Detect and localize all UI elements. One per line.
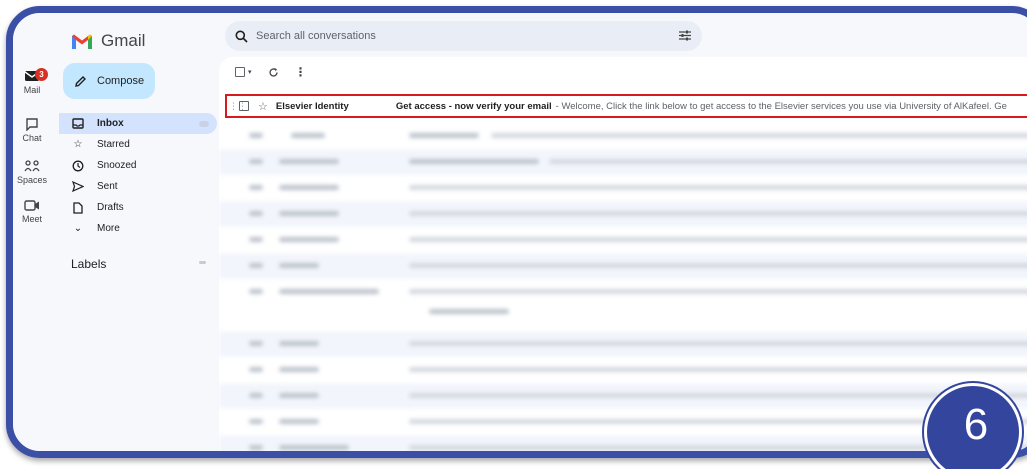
gmail-logo[interactable]: Gmail	[71, 31, 145, 51]
select-all-checkbox[interactable]: ▾	[233, 67, 252, 77]
star-icon[interactable]: ☆	[258, 100, 268, 113]
app-rail: Mail 3 Chat Spaces Meet	[13, 13, 51, 451]
refresh-icon[interactable]	[268, 67, 279, 78]
blurred-email-row[interactable]	[219, 149, 1027, 175]
star-icon: ☆	[73, 139, 83, 150]
inbox-icon	[72, 118, 84, 129]
rail-item-label: Meet	[21, 214, 42, 224]
blurred-email-row[interactable]	[219, 201, 1027, 227]
pencil-icon	[75, 75, 86, 87]
rail-item-spaces[interactable]: Spaces	[13, 159, 51, 185]
step-number: 6	[963, 400, 989, 449]
inbox-count	[199, 120, 209, 127]
sidebar-item-sent[interactable]: Sent	[59, 176, 217, 197]
sidebar-item-inbox[interactable]: Inbox	[59, 113, 217, 134]
draft-icon	[73, 201, 83, 214]
search-bar[interactable]	[225, 21, 702, 51]
spaces-icon	[24, 160, 40, 172]
list-toolbar: ▾ ⋮	[233, 65, 307, 79]
mail-list-panel: ▾ ⋮ ⋮⋮ ☆ Elsevier Identity Get access - …	[219, 57, 1027, 451]
blurred-email-row[interactable]	[219, 357, 1027, 383]
sidebar-item-label: Sent	[97, 181, 118, 192]
sidebar-item-label: Starred	[97, 139, 130, 150]
rail-item-label: Chat	[22, 133, 42, 143]
chevron-down-icon: ⌄	[73, 223, 83, 234]
blurred-email-row[interactable]	[219, 123, 1027, 149]
rail-item-chat[interactable]: Chat	[13, 117, 51, 143]
sidebar-item-snoozed[interactable]: Snoozed	[59, 155, 217, 176]
sidebar-item-label: Inbox	[97, 118, 124, 129]
screenshot-frame: Mail 3 Chat Spaces Meet Gmail Compose In…	[6, 6, 1027, 458]
gmail-wordmark: Gmail	[101, 31, 146, 50]
more-options-icon[interactable]: ⋮	[295, 65, 307, 79]
blurred-email-row[interactable]	[219, 435, 1027, 451]
add-label-icon[interactable]	[199, 261, 206, 264]
blurred-email-row[interactable]	[219, 175, 1027, 201]
search-options-icon[interactable]	[678, 29, 692, 42]
blurred-email-row[interactable]	[219, 279, 1027, 323]
compose-label: Compose	[97, 75, 145, 87]
blurred-email-row[interactable]	[219, 253, 1027, 279]
send-icon	[72, 181, 84, 192]
sidebar-item-label: More	[97, 223, 120, 234]
sidebar-item-label: Snoozed	[97, 160, 137, 171]
email-sender: Elsevier Identity	[275, 100, 349, 112]
sidebar-item-starred[interactable]: ☆ Starred	[59, 134, 217, 155]
blurred-email-row[interactable]	[219, 409, 1027, 435]
clock-icon	[72, 160, 84, 171]
gmail-logo-icon	[72, 34, 92, 49]
sidebar-item-drafts[interactable]: Drafts	[59, 197, 217, 218]
compose-button[interactable]: Compose	[63, 63, 155, 99]
rail-item-label: Mail	[23, 85, 41, 95]
checkbox-icon	[235, 67, 245, 77]
blurred-email-row[interactable]	[219, 383, 1027, 409]
sidebar-nav: Inbox ☆ Starred Snoozed Sent Drafts ⌄ Mo…	[59, 113, 217, 239]
row-checkbox[interactable]	[239, 101, 249, 111]
dropdown-caret-icon: ▾	[248, 69, 252, 76]
sidebar-item-more[interactable]: ⌄ More	[59, 218, 217, 239]
rail-item-label: Spaces	[16, 175, 48, 185]
email-subject: Get access - now verify your email	[395, 100, 552, 112]
unread-badge: 3	[35, 68, 48, 81]
labels-heading: Labels	[71, 257, 107, 271]
meet-icon	[24, 200, 39, 211]
drag-handle-icon[interactable]: ⋮⋮	[229, 101, 247, 112]
sidebar-item-label: Drafts	[97, 202, 124, 213]
email-snippet: - Welcome, Click the link below to get a…	[555, 100, 1007, 112]
chat-icon	[26, 118, 38, 131]
rail-item-meet[interactable]: Meet	[13, 199, 51, 224]
search-icon	[235, 30, 248, 43]
email-row-highlighted[interactable]: ⋮⋮ ☆ Elsevier Identity Get access - now …	[225, 94, 1027, 118]
blurred-email-row[interactable]	[219, 331, 1027, 357]
blurred-email-row[interactable]	[219, 227, 1027, 253]
search-input[interactable]	[256, 30, 656, 42]
